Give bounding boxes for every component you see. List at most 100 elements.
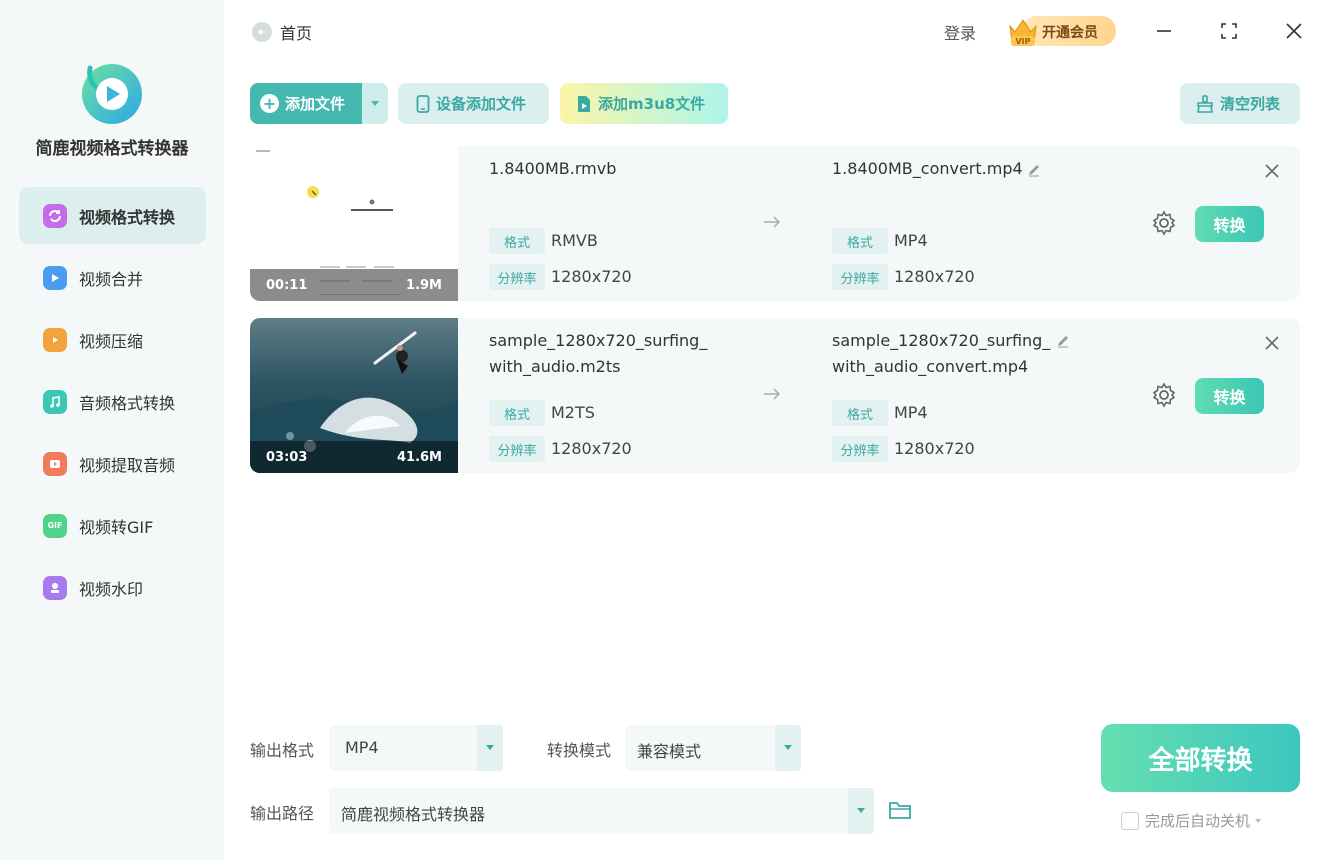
file-play-icon	[576, 95, 592, 113]
back-arrow-icon	[252, 22, 272, 42]
file-row: 03:03 41.6M sample_1280x720_surfing_with…	[250, 318, 1300, 473]
sidebar-item-label: 视频提取音频	[79, 455, 176, 475]
sidebar-item-video-compress[interactable]: 视频压缩	[19, 311, 206, 368]
source-format: M2TS	[551, 403, 595, 422]
convert-button[interactable]: 转换	[1195, 206, 1264, 242]
output-resolution: 1280x720	[894, 267, 975, 286]
close-window-button[interactable]	[1281, 18, 1307, 44]
caret-down-icon	[477, 725, 503, 771]
folder-icon[interactable]	[888, 799, 912, 821]
output-format-value: MP4	[345, 738, 379, 757]
sidebar-nav: 视频格式转换 视频合并 视频压缩 音频格式转换 视频提取音频 GIF 视频转GI…	[19, 187, 206, 621]
sidebar-item-label: 视频合并	[79, 269, 144, 289]
caret-down-icon[interactable]	[1254, 818, 1262, 824]
duration: 03:03	[266, 449, 308, 465]
arrow-right-icon	[764, 388, 781, 400]
video-thumbnail[interactable]: 00:11 1.9M	[250, 146, 458, 301]
sidebar-item-label: 视频转GIF	[79, 517, 154, 537]
output-resolution: 1280x720	[894, 439, 975, 458]
settings-gear-icon[interactable]	[1151, 382, 1177, 408]
login-link[interactable]: 登录	[944, 20, 976, 44]
phone-icon	[416, 94, 430, 113]
format-tag: 格式	[489, 400, 545, 426]
add-file-button[interactable]: + 添加文件	[250, 83, 388, 124]
source-resolution: 1280x720	[551, 439, 632, 458]
sidebar-item-label: 视频压缩	[79, 331, 144, 351]
convert-mode-value: 兼容模式	[637, 742, 702, 761]
output-format: MP4	[894, 231, 928, 250]
crown-icon: VIP	[1009, 19, 1037, 46]
output-path-label: 输出路径	[250, 804, 315, 823]
sidebar-item-video-convert[interactable]: 视频格式转换	[19, 187, 206, 244]
music-icon	[43, 389, 67, 414]
caret-down-icon	[775, 725, 801, 771]
source-file-name: 1.8400MB.rmvb	[489, 159, 617, 178]
device-add-file-label: 设备添加文件	[436, 95, 527, 113]
convert-mode-label: 转换模式	[547, 741, 612, 760]
vip-button[interactable]: 开通会员 VIP	[1006, 12, 1118, 48]
convert-all-button[interactable]: 全部转换	[1101, 724, 1300, 792]
sidebar-item-label: 视频格式转换	[79, 207, 176, 227]
duration: 00:11	[266, 277, 308, 293]
edit-pencil-icon[interactable]	[1056, 334, 1070, 348]
remove-file-icon[interactable]	[1263, 162, 1281, 180]
add-m3u8-button[interactable]: 添加m3u8文件	[560, 83, 728, 124]
maximize-button[interactable]	[1216, 18, 1242, 44]
output-path-select[interactable]: 简鹿视频格式转换器	[329, 788, 874, 834]
output-format-select[interactable]: MP4	[329, 725, 503, 771]
auto-shutdown-option[interactable]: 完成后自动关机	[1121, 810, 1262, 831]
caret-down-icon	[848, 788, 874, 834]
output-file-name-text: sample_1280x720_surfing_with_audio_conve…	[832, 331, 1051, 376]
sidebar-item-video-merge[interactable]: 视频合并	[19, 249, 206, 306]
convert-button[interactable]: 转换	[1195, 378, 1264, 414]
source-resolution: 1280x720	[551, 267, 632, 286]
clear-list-label: 清空列表	[1220, 95, 1281, 113]
output-file-name[interactable]: sample_1280x720_surfing_with_audio_conve…	[832, 328, 1062, 380]
device-add-file-button[interactable]: 设备添加文件	[398, 83, 549, 124]
output-file-name[interactable]: 1.8400MB_convert.mp4	[832, 156, 1062, 182]
broom-icon	[1196, 94, 1214, 113]
extract-audio-icon	[43, 451, 67, 476]
convert-icon	[43, 203, 67, 228]
compress-icon	[43, 327, 67, 352]
clear-list-button[interactable]: 清空列表	[1180, 83, 1300, 124]
add-file-label: 添加文件	[285, 95, 346, 113]
edit-pencil-icon[interactable]	[1027, 163, 1041, 177]
maximize-icon	[1221, 23, 1237, 39]
convert-mode-select[interactable]: 兼容模式	[625, 725, 801, 771]
sidebar-item-video-gif[interactable]: GIF 视频转GIF	[19, 497, 206, 554]
vip-badge-text: VIP	[1015, 37, 1030, 46]
settings-gear-icon[interactable]	[1151, 210, 1177, 236]
output-format: MP4	[894, 403, 928, 422]
file-row: 00:11 1.9M 1.8400MB.rmvb 格式 RMVB 分辨率 128…	[250, 146, 1300, 301]
app-logo-icon	[82, 64, 142, 124]
home-label: 首页	[280, 24, 313, 43]
add-file-main[interactable]: + 添加文件	[250, 83, 362, 124]
minimize-button[interactable]	[1151, 18, 1177, 44]
source-file-name: sample_1280x720_surfing_with_audio.m2ts	[489, 331, 708, 376]
sidebar: 简鹿视频格式转换器 视频格式转换 视频合并 视频压缩 音频格式转换 视频提取音频…	[0, 0, 224, 860]
file-size: 1.9M	[406, 277, 442, 293]
output-file-name-text: 1.8400MB_convert.mp4	[832, 159, 1023, 178]
caret-down-icon	[371, 100, 379, 106]
sidebar-item-extract-audio[interactable]: 视频提取音频	[19, 435, 206, 492]
video-thumbnail[interactable]: 03:03 41.6M	[250, 318, 458, 473]
home-link[interactable]: 首页	[252, 20, 312, 44]
sidebar-item-audio-convert[interactable]: 音频格式转换	[19, 373, 206, 430]
sidebar-item-label: 视频水印	[79, 579, 144, 599]
sidebar-item-watermark[interactable]: 视频水印	[19, 559, 206, 616]
minimize-icon	[1157, 30, 1171, 32]
remove-file-icon[interactable]	[1263, 334, 1281, 352]
watermark-icon	[43, 575, 67, 600]
output-path-value: 简鹿视频格式转换器	[341, 805, 486, 824]
resolution-tag: 分辨率	[832, 264, 888, 290]
format-tag: 格式	[832, 400, 888, 426]
auto-shutdown-checkbox[interactable]	[1121, 811, 1139, 830]
thumbnail-info-bar: 03:03 41.6M	[250, 441, 458, 473]
sidebar-item-label: 音频格式转换	[79, 393, 176, 413]
plus-circle-icon: +	[260, 94, 279, 113]
add-file-dropdown[interactable]	[362, 83, 388, 124]
format-tag: 格式	[489, 228, 545, 254]
file-size: 41.6M	[396, 449, 442, 465]
app-title: 简鹿视频格式转换器	[35, 139, 189, 159]
